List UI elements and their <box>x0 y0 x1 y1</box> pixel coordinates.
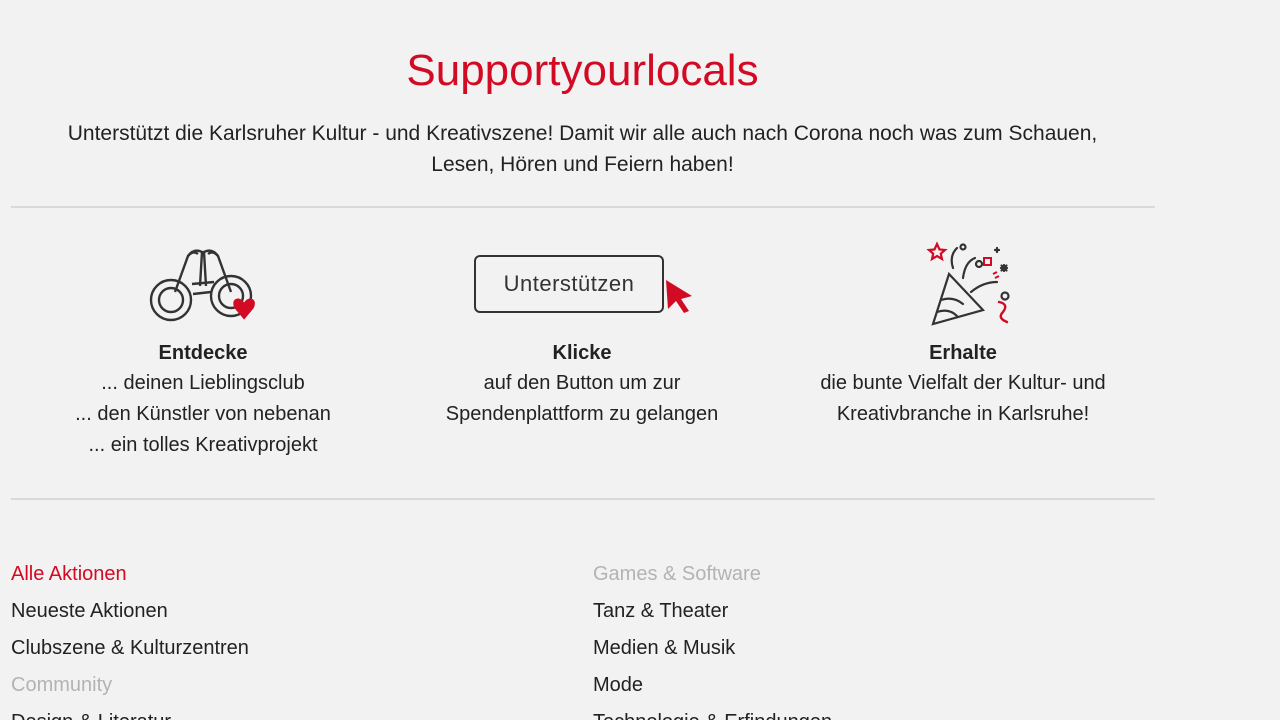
category-list-left: Alle Aktionen Neueste Aktionen Clubszene… <box>11 556 249 720</box>
subtitle-line-1: Unterstützt die Karlsruher Kultur - und … <box>67 122 1098 145</box>
step-receive: Erhalte die bunte Vielfalt der Kultur- u… <box>768 238 1158 430</box>
page-title: Supportyourlocals <box>406 46 759 95</box>
category-community[interactable]: Community <box>11 667 249 704</box>
category-club-scene[interactable]: Clubszene & Kulturzentren <box>11 630 249 667</box>
cursor-icon <box>666 280 692 313</box>
step-line: Spendenplattform zu gelangen <box>445 403 719 425</box>
step-line: ... deinen Lieblingsclub <box>101 372 305 394</box>
step-title-click: Klicke <box>552 342 612 364</box>
category-dance-theater[interactable]: Tanz & Theater <box>593 593 832 630</box>
page-subtitle: Unterstützt die Karlsruher Kultur - und … <box>0 118 1165 180</box>
support-button-cursor-icon: Unterstützen <box>387 238 777 330</box>
party-popper-icon <box>913 238 1013 330</box>
subtitle-line-2: Lesen, Hören und Feiern haben! <box>431 153 734 176</box>
category-fashion[interactable]: Mode <box>593 667 832 704</box>
step-line: ... den Künstler von nebenan <box>75 403 331 425</box>
category-technology-inventions[interactable]: Technologie & Erfindungen <box>593 704 832 720</box>
binoculars-heart-icon <box>138 238 268 330</box>
category-design-literature[interactable]: Design & Literatur <box>11 704 249 720</box>
how-it-works-steps: Entdecke ... deinen Lieblingsclub ... de… <box>0 238 1165 468</box>
category-all-actions[interactable]: Alle Aktionen <box>11 556 249 593</box>
divider-top <box>11 206 1155 208</box>
divider-bottom <box>11 498 1155 500</box>
category-list-right: Games & Software Tanz & Theater Medien &… <box>593 556 832 720</box>
step-line: auf den Button um zur <box>483 372 681 394</box>
step-title-discover: Entdecke <box>158 342 248 364</box>
step-line: die bunte Vielfalt der Kultur- und <box>820 372 1106 394</box>
step-title-receive: Erhalte <box>929 342 997 364</box>
step-line: ... ein tolles Kreativprojekt <box>88 434 318 456</box>
step-click: Unterstützen Klicke auf den Button um zu… <box>387 238 777 430</box>
page: Supportyourlocals Unterstützt die Karlsr… <box>0 0 1280 720</box>
step-discover: Entdecke ... deinen Lieblingsclub ... de… <box>8 238 398 461</box>
step-line: Kreativbranche in Karlsruhe! <box>836 403 1090 425</box>
category-games-software[interactable]: Games & Software <box>593 556 832 593</box>
category-newest-actions[interactable]: Neueste Aktionen <box>11 593 249 630</box>
support-button-illustration: Unterstützen <box>474 255 664 313</box>
category-media-music[interactable]: Medien & Musik <box>593 630 832 667</box>
